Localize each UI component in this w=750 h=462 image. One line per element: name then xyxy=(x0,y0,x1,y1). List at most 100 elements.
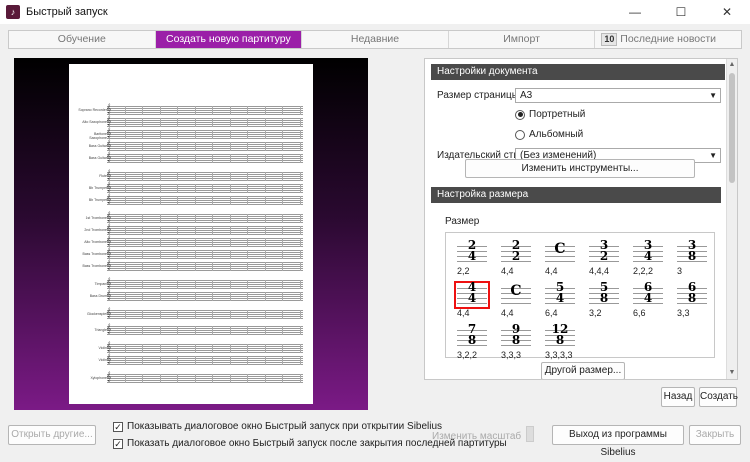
tab-latest-news[interactable]: 10 Последние новости xyxy=(595,31,741,48)
radio-selected-icon xyxy=(515,109,525,120)
staff-line xyxy=(107,226,303,227)
barline xyxy=(177,310,178,319)
staff-line xyxy=(107,238,303,239)
staff-line xyxy=(107,228,303,229)
barline xyxy=(194,118,196,127)
time-signature-bottom: 8 xyxy=(687,249,697,263)
time-signature-option[interactable]: C 4,4 xyxy=(498,281,538,323)
instrument-name: Bass Drum xyxy=(89,294,107,298)
barline xyxy=(299,130,301,139)
time-signature-option[interactable]: 6 4 6,6 xyxy=(630,281,670,323)
create-button[interactable]: Создать xyxy=(699,387,738,407)
time-signature-top: C xyxy=(554,241,566,257)
barline xyxy=(264,280,266,289)
clef-icon: 𝄞 xyxy=(106,353,112,363)
landscape-radio[interactable]: Альбомный xyxy=(515,129,583,140)
staff-line xyxy=(107,284,303,285)
scroll-down-icon[interactable]: ▼ xyxy=(727,369,737,379)
barline xyxy=(282,226,283,235)
tab-new-score[interactable]: Создать новую партитуру xyxy=(155,31,303,48)
staff-line xyxy=(107,314,303,315)
barline xyxy=(229,250,231,259)
staff-line xyxy=(107,160,303,161)
barline xyxy=(212,142,213,151)
time-signature-bottom: 8 xyxy=(511,333,521,347)
staff: 𝄞 xyxy=(106,235,303,247)
clef-icon: 𝄞 xyxy=(106,247,112,257)
staff-line xyxy=(107,120,303,121)
time-signature-option[interactable]: 6 8 3,3 xyxy=(674,281,714,323)
staff-line xyxy=(107,298,303,299)
barline xyxy=(299,326,301,335)
beam-group-caption: 4,4 xyxy=(545,266,558,276)
maximize-button[interactable]: ☐ xyxy=(658,0,704,24)
other-size-button[interactable]: Другой размер... xyxy=(541,362,625,379)
tab-recent[interactable]: Недавние xyxy=(302,31,449,48)
barline xyxy=(124,118,126,127)
time-signature-option[interactable]: 7 8 3,2,2 xyxy=(454,323,494,365)
time-signature-option[interactable]: 12 8 3,3,3,3 xyxy=(542,323,582,365)
barline xyxy=(177,172,178,181)
time-signature-option-selected[interactable]: 4 4 4,4 xyxy=(454,281,494,323)
staff-line xyxy=(107,200,303,201)
staff-line xyxy=(107,280,303,281)
time-signature-option[interactable]: C 4,4 xyxy=(542,239,582,281)
zoom-slider[interactable] xyxy=(526,426,534,442)
beam-group-caption: 3,2,2 xyxy=(457,350,478,360)
barline xyxy=(229,106,231,115)
barline xyxy=(299,118,301,127)
time-signature-option[interactable]: 38 3 xyxy=(674,239,714,281)
exit-sibelius-button[interactable]: Выход из программы Sibelius xyxy=(552,425,684,458)
barline xyxy=(282,356,283,365)
barline xyxy=(229,142,231,151)
scrollbar-thumb[interactable] xyxy=(729,73,735,183)
time-signature-option[interactable]: 5 4 6,4 xyxy=(542,281,582,323)
portrait-radio[interactable]: Портретный xyxy=(515,109,585,120)
time-signature-option[interactable]: 3 2 4,4,4 xyxy=(586,239,626,281)
back-button[interactable]: Назад xyxy=(661,387,695,407)
scroll-up-icon[interactable]: ▲ xyxy=(727,61,737,71)
time-signature-option[interactable]: 5 8 3,2 xyxy=(586,281,626,323)
settings-scrollbar[interactable]: ▲ ▼ xyxy=(726,59,737,379)
barline xyxy=(124,344,126,353)
close-button[interactable]: Закрыть xyxy=(689,425,741,445)
tab-learn[interactable]: Обучение xyxy=(9,31,156,48)
barline xyxy=(142,280,143,289)
beam-group-caption: 3,3,3 xyxy=(501,350,522,360)
barline xyxy=(159,154,161,163)
close-window-button[interactable]: ✕ xyxy=(704,0,750,24)
instrument-name: Timpani xyxy=(94,282,107,286)
beam-group-caption: 6,6 xyxy=(633,308,646,318)
time-signature-bottom: 2 xyxy=(599,249,609,263)
time-signature-option[interactable]: 9 8 3,3,3 xyxy=(498,323,538,365)
time-signature-option[interactable]: 2 2 4,4 xyxy=(498,239,538,281)
barline xyxy=(142,356,143,365)
staff: 𝄞 xyxy=(106,289,303,301)
staff-line xyxy=(107,348,303,349)
beam-group-caption: 3,3,3,3 xyxy=(545,350,573,360)
title-bar: ♪ Быстрый запуск — ☐ ✕ xyxy=(0,0,750,24)
time-signature-option[interactable]: 3 4 2,2,2 xyxy=(630,239,670,281)
tab-import[interactable]: Импорт xyxy=(449,31,596,48)
staff-line xyxy=(107,188,303,189)
barline xyxy=(124,280,126,289)
staff-line xyxy=(107,332,303,333)
staff-line xyxy=(107,190,303,191)
time-signature-symbol: 68 xyxy=(677,281,707,304)
size-settings-header: Настройка размера xyxy=(431,187,721,203)
barline xyxy=(299,184,301,193)
open-other-button[interactable]: Открыть другие... xyxy=(8,425,96,445)
barline xyxy=(142,310,143,319)
staff-line xyxy=(107,286,303,287)
barline xyxy=(194,142,196,151)
staff-line xyxy=(107,254,303,255)
size-label: Размер xyxy=(445,216,480,227)
barline xyxy=(264,184,266,193)
staff-line xyxy=(107,292,303,293)
page-size-select[interactable]: A3 ▼ xyxy=(515,88,721,103)
change-instruments-button[interactable]: Изменить инструменты... xyxy=(465,159,695,178)
barline xyxy=(282,250,283,259)
minimize-button[interactable]: — xyxy=(612,0,658,24)
time-signature-option[interactable]: 2 4 2,2 xyxy=(454,239,494,281)
show-on-start-checkbox[interactable]: ✓ Показывать диалоговое окно Быстрый запу… xyxy=(113,421,442,432)
